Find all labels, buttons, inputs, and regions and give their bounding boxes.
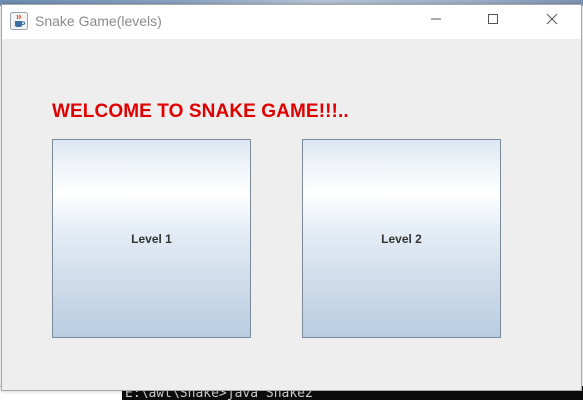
close-icon — [546, 12, 558, 30]
level-2-label: Level 2 — [381, 231, 422, 246]
minimize-button[interactable] — [413, 5, 459, 37]
minimize-icon — [430, 12, 442, 30]
level-1-label: Level 1 — [131, 231, 172, 246]
maximize-icon — [487, 12, 499, 30]
window-title: Snake Game(levels) — [35, 13, 162, 29]
java-cup-icon — [10, 12, 28, 30]
desktop: E:\awt\Snake>java Snake2 Snake Game(leve… — [0, 0, 583, 400]
welcome-heading: WELCOME TO SNAKE GAME!!!.. — [52, 101, 349, 122]
snake-game-window: Snake Game(levels) WELCOME TO SNAKE GAME… — [1, 4, 582, 391]
game-content-panel: WELCOME TO SNAKE GAME!!!.. Level 1 Level… — [2, 39, 581, 390]
close-button[interactable] — [529, 5, 575, 37]
title-bar[interactable]: Snake Game(levels) — [2, 5, 581, 39]
level-2-button[interactable]: Level 2 — [302, 139, 501, 338]
level-1-button[interactable]: Level 1 — [52, 139, 251, 338]
maximize-button[interactable] — [470, 5, 516, 37]
